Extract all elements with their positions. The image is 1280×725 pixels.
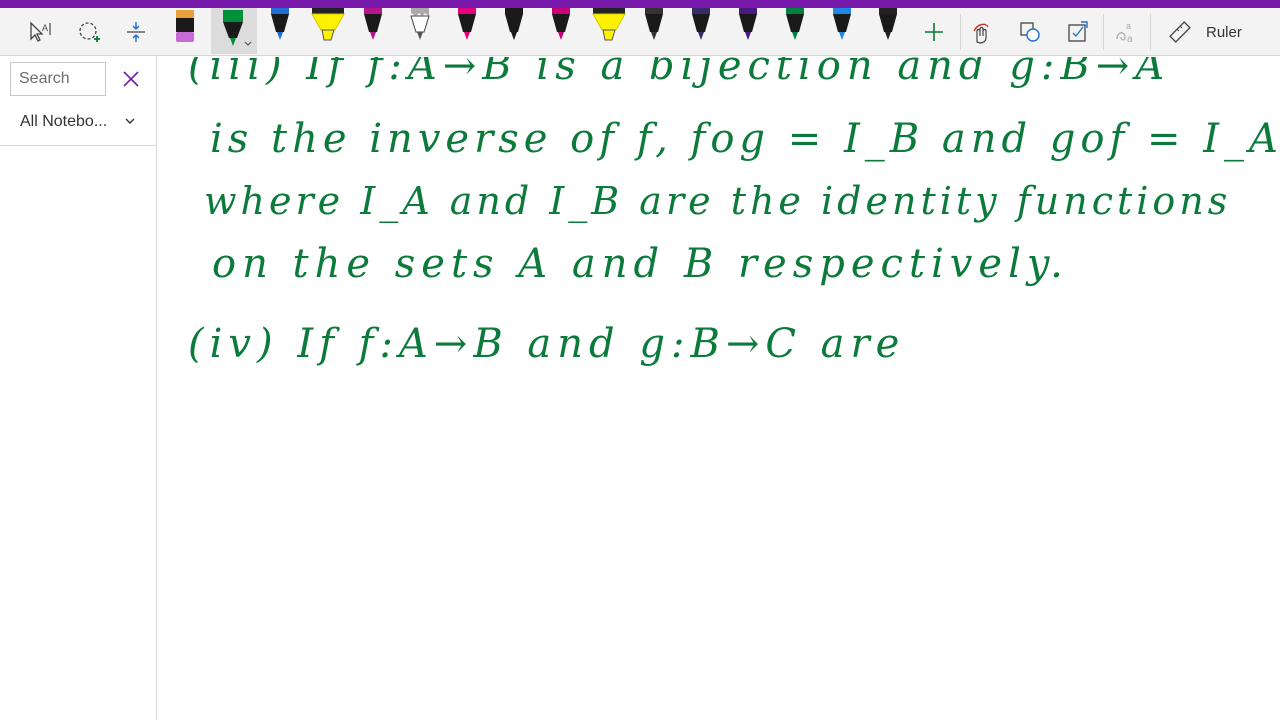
pen-dark-magenta[interactable] (547, 8, 575, 54)
highlighter-yellow[interactable] (309, 8, 347, 54)
pen-icon (739, 8, 757, 40)
type-select-tool-button[interactable]: A (22, 12, 58, 52)
plus-icon (925, 23, 943, 41)
search-scope-dropdown[interactable]: All Notebo... (20, 113, 107, 131)
search-input[interactable] (17, 63, 111, 95)
pen-icon (645, 8, 663, 40)
toolbar-separator (960, 14, 961, 50)
pen-icon (879, 8, 897, 40)
pen-sky-blue[interactable] (828, 8, 856, 54)
pen-icon (271, 8, 289, 40)
highlighter-icon (592, 8, 626, 41)
convert-icon (1068, 21, 1088, 42)
draw-toolbar: A a a Ruler (0, 8, 1280, 56)
toolbar-separator (1103, 14, 1104, 50)
pen-purple[interactable] (734, 8, 762, 54)
ink-line-5: (iv) If f:A→B and g:B→C are (188, 321, 905, 367)
search-box[interactable] (10, 62, 111, 96)
pen-icon (786, 8, 804, 40)
pen-black[interactable] (500, 8, 528, 54)
ink-line-1: (iii) If f:A→B is a bijection and g:B→A (188, 57, 1170, 89)
ink-line-4: on the sets A and B respectively. (212, 241, 1069, 287)
chevron-down-icon[interactable] (124, 116, 136, 126)
pen-icon (364, 8, 382, 40)
pencil-gray[interactable] (406, 8, 434, 54)
touch-draw-button[interactable] (963, 12, 999, 52)
highlighter-yellow-2[interactable] (590, 8, 628, 54)
pen-green-selected[interactable] (211, 8, 257, 54)
insert-space-button[interactable] (118, 12, 154, 52)
pen-navy[interactable] (687, 8, 715, 54)
ruler-label[interactable]: Ruler (1206, 24, 1242, 41)
svg-text:A: A (42, 23, 48, 33)
pen-icon (223, 10, 252, 46)
ink-to-shape-button[interactable] (1012, 12, 1048, 52)
ruler-icon (1169, 21, 1191, 43)
handwritten-ink: (iii) If f:A→B is a bijection and g:B→A … (188, 43, 1280, 367)
close-icon (123, 71, 139, 87)
pen-icon (833, 8, 851, 40)
eraser-tool[interactable] (171, 8, 199, 54)
ink-math-icon: a a (1116, 21, 1133, 45)
pencil-icon (410, 8, 430, 40)
close-search-button[interactable] (120, 68, 142, 90)
shapes-icon (1020, 22, 1040, 42)
pen-icon (692, 8, 710, 40)
pen-dark-green[interactable] (781, 8, 809, 54)
cursor-text-icon: A (30, 21, 51, 42)
ink-to-math-button[interactable]: a a (1108, 12, 1144, 52)
add-pen-button[interactable] (916, 12, 952, 52)
lasso-select-button[interactable] (71, 12, 107, 52)
pen-black-2[interactable] (874, 8, 902, 54)
sidebar-divider (0, 145, 157, 146)
insert-space-icon (127, 22, 145, 42)
lasso-icon (79, 22, 100, 42)
pen-pink[interactable] (453, 8, 481, 54)
toolbar-separator (1150, 14, 1151, 50)
ruler-button[interactable] (1162, 12, 1198, 52)
pen-blue[interactable] (266, 8, 294, 54)
svg-text:a: a (1127, 34, 1133, 45)
svg-text:a: a (1126, 21, 1131, 31)
pen-icon (458, 8, 476, 40)
pen-icon (505, 8, 523, 40)
note-canvas[interactable]: (iii) If f:A→B is a bijection and g:B→A … (158, 43, 1280, 720)
ink-line-2: is the inverse of f, fog = I_B and gof =… (210, 116, 1280, 162)
navigation-pane: All Notebo... (0, 56, 157, 720)
eraser-icon (176, 10, 194, 42)
title-accent-bar (0, 0, 1280, 8)
pen-charcoal[interactable] (640, 8, 668, 54)
hand-draw-icon (973, 23, 989, 44)
ink-to-text-button[interactable] (1060, 12, 1096, 52)
pen-icon (552, 8, 570, 40)
ink-line-3: where I_A and I_B are the identity funct… (204, 179, 1231, 224)
highlighter-icon (311, 8, 345, 41)
pen-magenta[interactable] (359, 8, 387, 54)
